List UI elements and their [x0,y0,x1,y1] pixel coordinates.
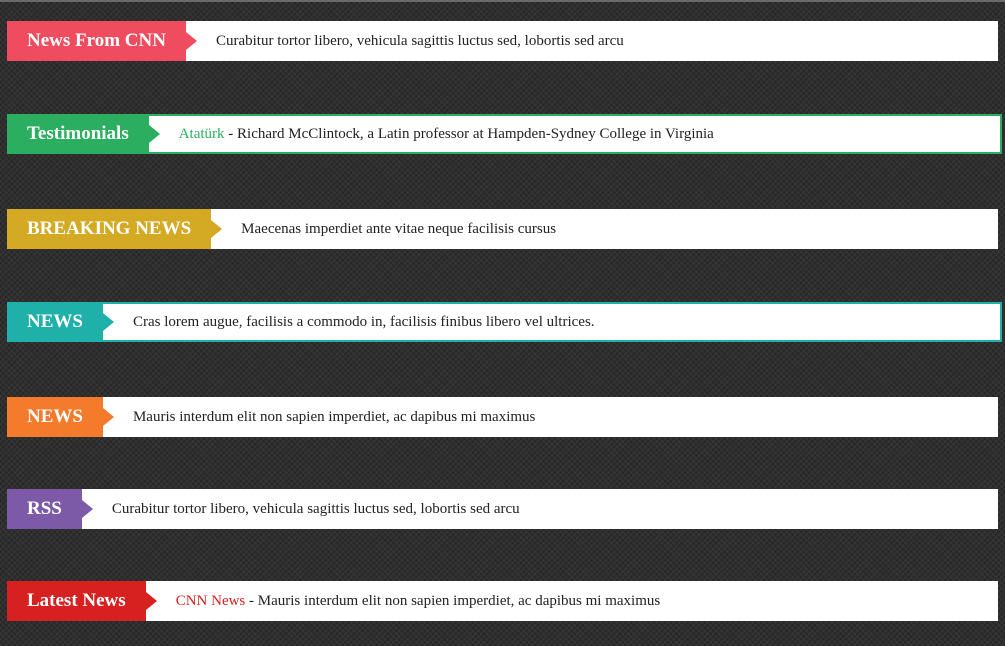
ticker-label: RSS [7,489,93,529]
news-ticker-rss[interactable]: RSS Curabitur tortor libero, vehicula sa… [7,489,998,529]
news-ticker-testimonials[interactable]: Testimonials Atatürk - Richard McClintoc… [7,114,1002,154]
news-ticker-cnn[interactable]: News From CNN Curabitur tortor libero, v… [7,21,998,61]
ticker-label: Testimonials [7,114,160,154]
ticker-text[interactable]: Mauris interdum elit non sapien imperdie… [103,409,535,426]
ticker-source-link[interactable]: Atatürk [179,126,225,142]
ticker-label: News From CNN [7,21,197,61]
news-ticker-breaking[interactable]: BREAKING NEWS Maecenas imperdiet ante vi… [7,209,998,249]
ticker-text[interactable]: Maecenas imperdiet ante vitae neque faci… [211,221,556,238]
ticker-label: NEWS [7,397,114,437]
news-ticker-news-teal[interactable]: NEWS Cras lorem augue, facilisis a commo… [7,302,1002,342]
ticker-body: - Mauris interdum elit non sapien imperd… [245,592,661,609]
ticker-label: Latest News [7,581,157,621]
top-border-line [0,0,1005,2]
ticker-text[interactable]: Curabitur tortor libero, vehicula sagitt… [186,33,624,50]
news-ticker-news-orange[interactable]: NEWS Mauris interdum elit non sapien imp… [7,397,998,437]
ticker-body: - Richard McClintock, a Latin professor … [224,125,714,142]
ticker-text[interactable]: Cras lorem augue, facilisis a commodo in… [103,314,595,331]
ticker-text[interactable]: Atatürk - Richard McClintock, a Latin pr… [149,126,714,143]
news-ticker-latest[interactable]: Latest News CNN News - Mauris interdum e… [7,581,998,621]
ticker-label: BREAKING NEWS [7,209,223,249]
ticker-label: NEWS [7,302,114,342]
ticker-source-link[interactable]: CNN News [176,593,246,609]
ticker-text[interactable]: CNN News - Mauris interdum elit non sapi… [146,593,661,610]
ticker-text[interactable]: Curabitur tortor libero, vehicula sagitt… [82,501,520,518]
